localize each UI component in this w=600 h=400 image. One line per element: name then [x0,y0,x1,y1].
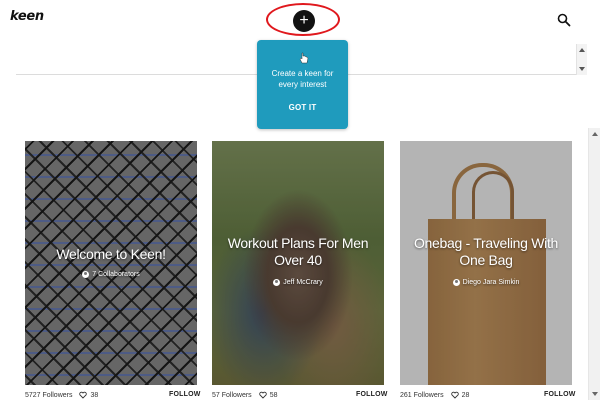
card-byline-text: Jeff McCrary [283,279,323,286]
collaborators-icon [82,271,90,278]
onboarding-tooltip: Create a keen for every interest GOT IT [257,40,348,129]
keen-logo[interactable]: keen [10,9,44,24]
card-title: Onebag - Traveling With One Bag [413,235,559,268]
card-stats: 5727 Followers 38 [25,391,98,399]
card-byline-text: Diego Jara Simkin [462,279,520,286]
user-icon [273,279,281,286]
keen-card[interactable]: Workout Plans For Men Over 40 Jeff McCra… [212,141,384,385]
hand-cursor-icon [299,52,309,64]
heart-icon [450,391,459,399]
likes: 28 [450,391,470,399]
page-scrollbar[interactable] [588,128,600,400]
card-byline: Jeff McCrary [212,279,384,286]
card-byline: 7 Collaborators [25,271,197,278]
user-icon [452,279,460,286]
search-icon[interactable] [557,13,571,27]
add-keen-button[interactable]: + [293,10,315,32]
keen-card[interactable]: Onebag - Traveling With One Bag Diego Ja… [400,141,572,385]
followers-count: 261 Followers [400,391,444,399]
likes: 58 [258,391,278,399]
scroll-up-arrow-icon[interactable] [579,48,585,52]
likes-count: 28 [461,391,470,399]
scroll-up-arrow-icon[interactable] [592,132,598,136]
likes: 38 [79,391,98,399]
heart-icon [258,391,267,399]
panel-scrollbar[interactable] [576,44,587,75]
keen-card[interactable]: Welcome to Keen! 7 Collaborators [25,141,197,385]
got-it-button[interactable]: GOT IT [257,103,348,112]
card-title: Welcome to Keen! [56,246,166,262]
card-title: Workout Plans For Men Over 40 [227,235,369,268]
likes-count: 58 [269,391,278,399]
heart-icon [79,391,88,399]
card-stats: 261 Followers 28 [400,391,469,399]
followers-count: 5727 Followers [25,391,73,399]
followers-count: 57 Followers [212,391,252,399]
scroll-down-arrow-icon[interactable] [592,392,598,396]
follow-button[interactable]: FOLLOW [356,391,388,398]
follow-button[interactable]: FOLLOW [544,391,576,398]
follow-button[interactable]: FOLLOW [169,391,201,398]
tooltip-message: Create a keen for every interest [271,69,334,89]
card-byline: Diego Jara Simkin [400,279,572,286]
likes-count: 38 [90,391,99,399]
card-byline-text: 7 Collaborators [92,271,140,278]
card-stats: 57 Followers 58 [212,391,277,399]
scroll-down-arrow-icon[interactable] [579,67,585,71]
